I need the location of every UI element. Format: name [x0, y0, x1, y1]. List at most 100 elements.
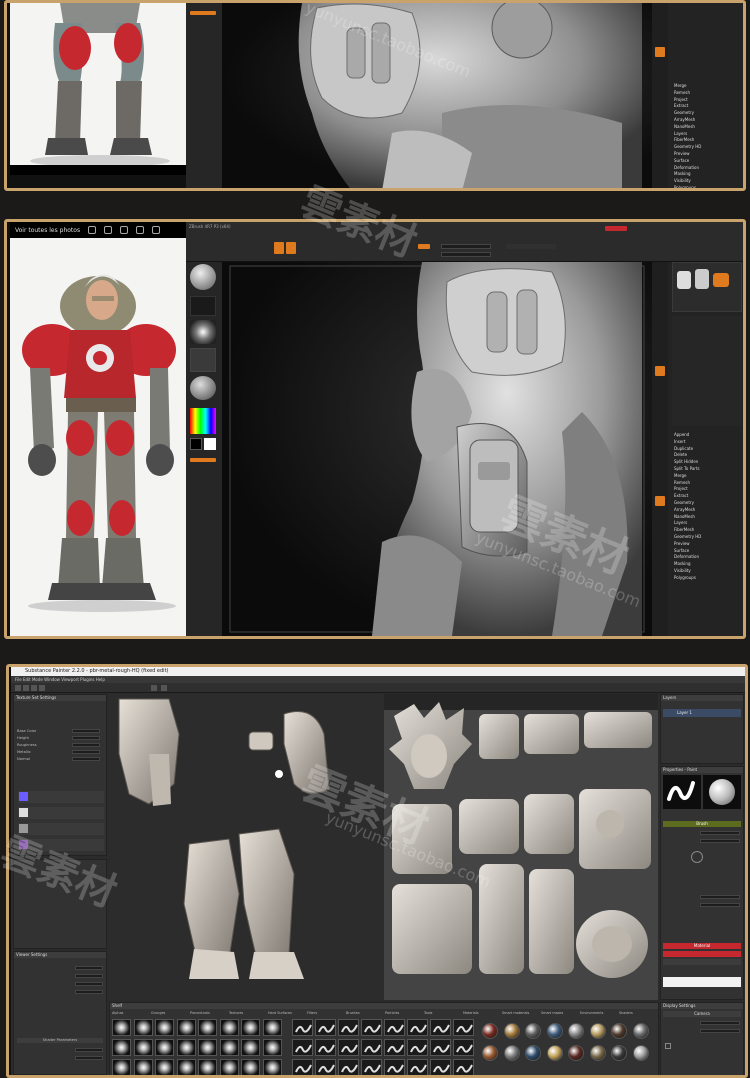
brush-thumbnail[interactable] [430, 1039, 451, 1056]
brush-thumbnail[interactable] [361, 1039, 382, 1056]
substance-uv-viewport[interactable] [384, 694, 658, 1000]
zbrush-rgb-slider[interactable] [418, 244, 430, 249]
env-exposure-field[interactable] [75, 982, 103, 986]
material-sphere-thumbnail[interactable] [482, 1045, 498, 1061]
brush-size-field[interactable] [700, 831, 740, 835]
alpha-thumbnail[interactable] [262, 1019, 282, 1036]
env-opacity-field[interactable] [75, 974, 103, 978]
position-entry[interactable] [18, 839, 104, 851]
zbrush-canvas-middle[interactable] [222, 262, 652, 636]
shelf-tab[interactable]: Hard Surfaces [268, 1011, 292, 1015]
shader-ao-field[interactable] [75, 1056, 103, 1060]
ao-entry[interactable] [18, 807, 104, 819]
switch-color-button[interactable] [190, 458, 216, 462]
material-sphere-thumbnail[interactable] [632, 1023, 649, 1039]
subtool-menu-item[interactable]: Masking [674, 561, 691, 566]
material-sphere-thumbnail[interactable] [546, 1023, 563, 1039]
viewport-tool-button[interactable] [151, 685, 157, 691]
alpha-thumbnail[interactable] [198, 1039, 217, 1056]
channel-row[interactable]: Metallic [17, 750, 103, 755]
standard-brush-icon[interactable] [190, 264, 216, 290]
secondary-color-swatch[interactable] [204, 438, 216, 450]
env-map-field[interactable] [75, 966, 103, 970]
channel-format-select[interactable] [72, 757, 100, 761]
subtool-menu-item[interactable]: FiberMesh [674, 137, 694, 142]
base-color-swatch[interactable] [663, 977, 741, 987]
brush-thumbnail[interactable] [384, 1059, 405, 1075]
subtool-menu-item[interactable]: Polygroups [674, 575, 696, 580]
brush-thumbnail[interactable] [384, 1019, 405, 1036]
channel-format-select[interactable] [72, 743, 100, 747]
brush-thumbnail[interactable] [453, 1059, 474, 1075]
focal-field[interactable] [700, 1029, 740, 1033]
brush-thumbnail[interactable] [384, 1039, 405, 1056]
material-sphere-thumbnail[interactable] [632, 1045, 649, 1061]
subtool-menu-item[interactable]: Extract [674, 493, 688, 498]
material-mode-row[interactable] [663, 951, 741, 957]
material-sphere-thumbnail[interactable] [568, 1023, 584, 1039]
shelf-tab[interactable]: Filters [307, 1011, 317, 1015]
alpha-thumbnail[interactable] [133, 1039, 153, 1056]
viewport-mode-button[interactable] [161, 685, 167, 691]
subtool-menu-item[interactable]: Split To Parts [674, 466, 700, 471]
zbrush-doc-tab[interactable] [605, 226, 627, 231]
subtool-menu-item[interactable]: NanoMesh [674, 514, 695, 519]
paint-tool-button[interactable] [15, 685, 21, 691]
alpha-thumbnail[interactable] [155, 1039, 174, 1056]
subtool-thumb-3[interactable] [713, 273, 729, 287]
subtool-menu-item[interactable]: Layers [674, 520, 687, 525]
material-sphere-thumbnail[interactable] [525, 1023, 541, 1039]
shelf-tab[interactable]: Brushes [346, 1011, 360, 1015]
subtool-menu-item[interactable]: Delete [674, 452, 687, 457]
alpha-thumbnail[interactable] [262, 1059, 282, 1075]
subtool-menu-item[interactable]: Geometry [674, 110, 694, 115]
shelf-tab[interactable]: Environments [580, 1011, 603, 1015]
channel-row[interactable]: Height [17, 736, 103, 741]
color-picker-icon[interactable] [190, 408, 216, 434]
brush-thumbnail[interactable] [453, 1019, 474, 1036]
brush-thumbnail[interactable] [430, 1059, 451, 1075]
subtool-menu-item[interactable]: Duplicate [674, 446, 693, 451]
zbrush-orange-icon-top[interactable] [655, 47, 665, 57]
shelf-tab[interactable]: Smart masks [541, 1011, 563, 1015]
subtool-menu-item[interactable]: Polygroups [674, 185, 696, 188]
brush-thumbnail[interactable] [361, 1059, 382, 1075]
main-color-swatch[interactable] [190, 438, 202, 450]
material-entry[interactable] [18, 791, 104, 803]
brush-thumbnail[interactable] [430, 1019, 451, 1036]
matcap-gray-icon[interactable] [190, 376, 216, 400]
zoom-icon[interactable] [88, 226, 97, 234]
subtool-menu-item[interactable]: Surface [674, 158, 689, 163]
brush-thumbnail[interactable] [315, 1039, 336, 1056]
alpha-thumbnail[interactable] [198, 1059, 217, 1075]
delete-icon[interactable] [152, 226, 161, 234]
shelf-tab[interactable]: Materials [463, 1011, 479, 1015]
brush-thumbnail[interactable] [338, 1019, 359, 1036]
subtool-menu-item[interactable]: FiberMesh [674, 527, 694, 532]
zbrush-right-orange-icon-1[interactable] [655, 366, 665, 376]
subtool-menu-item[interactable]: Remesh [674, 90, 690, 95]
alpha-thumbnail[interactable] [176, 1059, 196, 1075]
alpha-thumbnail[interactable] [198, 1019, 217, 1036]
material-sphere-thumbnail[interactable] [611, 1023, 627, 1039]
subtool-menu-item[interactable]: Split Hidden [674, 459, 698, 464]
subtool-menu-item[interactable]: ArrayMesh [674, 117, 695, 122]
material-sphere-thumbnail[interactable] [568, 1045, 584, 1061]
material-sphere-thumbnail[interactable] [589, 1045, 606, 1061]
alpha-thumbnail[interactable] [219, 1019, 239, 1036]
subtool-menu-item[interactable]: Visibility [674, 568, 691, 573]
subtool-menu-item[interactable]: Geometry [674, 500, 694, 505]
brush-thumbnail[interactable] [453, 1039, 474, 1056]
brush-thumbnail[interactable] [407, 1059, 428, 1075]
subtool-menu-item[interactable]: Masking [674, 171, 691, 176]
rotate-icon[interactable] [104, 226, 113, 234]
layer-row[interactable]: Layer 1 [663, 709, 741, 717]
subtool-menu-item[interactable]: Merge [674, 473, 687, 478]
dots-stroke-icon[interactable] [190, 296, 216, 316]
subtool-menu-item[interactable]: Geometry HD [674, 144, 701, 149]
eraser-tool-button[interactable] [23, 685, 29, 691]
subtool-thumb-1[interactable] [677, 271, 691, 289]
channel-format-select[interactable] [72, 736, 100, 740]
channel-format-select[interactable] [72, 729, 100, 733]
subtool-menu-item[interactable]: Remesh [674, 480, 690, 485]
